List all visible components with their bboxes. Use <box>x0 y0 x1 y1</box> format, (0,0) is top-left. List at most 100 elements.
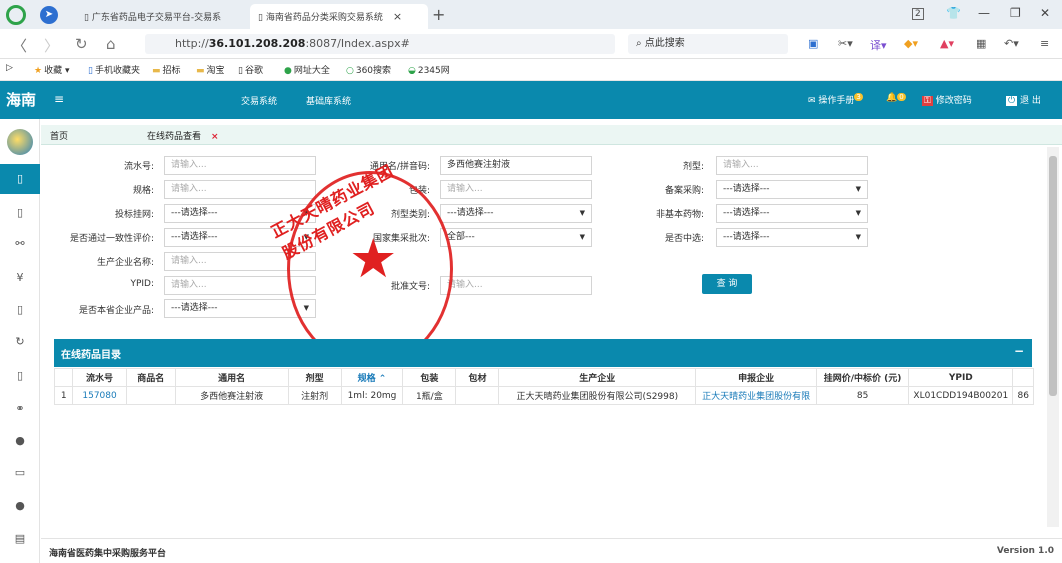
share-icon[interactable]: ⚭ <box>0 402 40 415</box>
version-label: Version 1.0 <box>996 546 1054 556</box>
col-header[interactable]: 商品名 <box>125 368 176 387</box>
record-select[interactable]: ---请选择--- ▼ <box>716 180 868 199</box>
user-icon[interactable]: ● <box>0 434 40 447</box>
col-header[interactable] <box>1012 368 1034 387</box>
table-title: 在线药品目录 <box>61 350 121 361</box>
game-icon[interactable]: ▲▾ <box>940 37 954 50</box>
col-header[interactable]: 剂型 <box>287 368 342 387</box>
link-icon[interactable]: ⚯ <box>0 237 40 250</box>
col-header[interactable]: 通用名 <box>174 368 289 387</box>
minimize-icon[interactable]: — <box>978 6 990 20</box>
col-header[interactable]: 包装 <box>402 368 457 387</box>
spec-input[interactable]: 请输入... <box>164 180 316 199</box>
col-header[interactable]: 流水号 <box>72 368 127 387</box>
package-input[interactable]: 请输入... <box>440 180 592 199</box>
row-index: 1 <box>53 386 74 405</box>
forward-icon[interactable]: 〉 <box>44 35 59 56</box>
close-window-icon[interactable]: ✕ <box>1040 6 1050 20</box>
col-header[interactable]: 挂网价/中标价 (元) <box>815 368 910 387</box>
close-icon[interactable]: × <box>393 10 402 23</box>
serial-link[interactable]: 157080 <box>72 386 127 405</box>
applicant-link[interactable]: 正大天晴药业集团股份有限 <box>695 386 817 405</box>
app-header: 海南 ≡ 交易系统 基础库系统 ✉ 操作手册 3 🔔 0 ⚿ 修改密码 ⏻ 退 出 <box>0 81 1062 119</box>
refresh-icon[interactable]: ↻ <box>75 35 88 53</box>
new-tab-button[interactable]: + <box>432 5 445 24</box>
national-select[interactable]: 全部--- ▼ <box>440 228 592 247</box>
restore-icon[interactable]: ❐ <box>1010 6 1021 20</box>
close-icon[interactable]: × <box>211 132 219 142</box>
hamburger-icon[interactable]: ≡ <box>54 92 64 106</box>
table-row[interactable]: 1 157080 多西他赛注射液 注射剂 1ml: 20mg 1瓶/盒 正大天晴… <box>53 386 1034 405</box>
serial-input[interactable]: 请输入... <box>164 156 316 175</box>
notification-badge: 0 <box>897 93 906 101</box>
manufacturer-label: 生产企业名称: <box>96 258 154 268</box>
scrollbar-thumb[interactable] <box>1049 156 1057 396</box>
sidebar-toggle-icon[interactable]: ▷ <box>6 63 13 73</box>
grid-icon[interactable]: ▦ <box>976 37 986 50</box>
platform-name: 海南省医药集中采购服务平台 <box>49 549 167 559</box>
nonbasic-select[interactable]: ---请选择--- ▼ <box>716 204 868 223</box>
bookmark-item[interactable]: ◒ 2345网 <box>408 63 450 76</box>
collapse-icon[interactable]: − <box>1014 344 1024 358</box>
col-header <box>53 368 74 387</box>
col-header-sorted[interactable]: 规格 ⌃ <box>340 368 404 387</box>
approval-input[interactable]: 请输入... <box>440 276 592 295</box>
search-input[interactable]: ⌕ 点此搜索 <box>628 34 788 54</box>
bookmark-item[interactable]: ▬ 招标 <box>152 63 181 76</box>
logout-link[interactable]: ⏻ 退 出 <box>1006 93 1041 106</box>
user-icon[interactable]: ● <box>0 499 40 512</box>
undo-icon[interactable]: ↶▾ <box>1004 37 1019 50</box>
home-icon[interactable]: ⌂ <box>106 35 116 53</box>
browser-tab-bar: ➤ ▯ 广东省药品电子交易平台-交易系 ▯ 海南省药品分类采购交易系统 × + 2… <box>0 0 1062 29</box>
bookmark-item[interactable]: ★ 收藏 ▾ <box>34 63 69 76</box>
file-icon[interactable]: ▤ <box>0 532 40 545</box>
tab-label: 海南省药品分类采购交易系统 <box>265 13 383 23</box>
nav-base-library[interactable]: 基础库系统 <box>306 94 351 107</box>
notification-icon[interactable]: 🔔 0 <box>886 93 906 103</box>
bookmark-item[interactable]: ▯ 手机收藏夹 <box>88 63 140 76</box>
nonbasic-label: 非基本药物: <box>655 210 704 220</box>
cut-icon[interactable]: ✂▾ <box>838 37 853 50</box>
tab-count[interactable]: 2 <box>912 8 924 20</box>
selected-select[interactable]: ---请选择--- ▼ <box>716 228 868 247</box>
bookmark-item[interactable]: ▯ 谷歌 <box>238 63 263 76</box>
dosage-input[interactable]: 请输入... <box>716 156 868 175</box>
nav-trading-system[interactable]: 交易系统 <box>241 94 277 107</box>
document-icon[interactable]: ▯ <box>0 369 40 382</box>
image-icon[interactable]: ▭ <box>0 466 40 479</box>
url-field[interactable]: http://36.101.208.208:8087/Index.aspx# <box>145 34 615 54</box>
document-icon[interactable]: ▯ <box>0 172 40 185</box>
col-header[interactable]: YPID <box>908 368 1014 387</box>
generic-input[interactable]: 多西他赛注射液 <box>440 156 592 175</box>
bookmark-item[interactable]: ● 网址大全 <box>284 63 330 76</box>
document-icon[interactable]: ▯ <box>0 206 40 219</box>
material-cell <box>455 386 500 405</box>
yen-icon[interactable]: ¥ <box>0 271 40 284</box>
category-select[interactable]: ---请选择--- ▼ <box>440 204 592 223</box>
shield-icon[interactable]: ◆▾ <box>904 37 918 50</box>
browser-logo-icon[interactable] <box>6 5 26 25</box>
col-header[interactable]: 包材 <box>455 368 500 387</box>
navigation-icon[interactable]: ➤ <box>40 6 58 24</box>
manual-link[interactable]: ✉ 操作手册 3 <box>808 93 863 106</box>
browser-tab[interactable]: ▯ 广东省药品电子交易平台-交易系 <box>76 4 246 29</box>
back-icon[interactable]: 〈 <box>12 35 27 56</box>
bookmark-item[interactable]: ○ 360搜索 <box>346 63 391 76</box>
refresh-icon[interactable]: ↻ <box>0 335 40 348</box>
col-header[interactable]: 生产企业 <box>498 368 697 387</box>
menu-icon[interactable]: ≡ <box>1040 37 1049 50</box>
translate-icon[interactable]: 译▾ <box>870 37 887 53</box>
document-icon[interactable]: ▯ <box>0 303 40 316</box>
extension-icon[interactable]: ▣ <box>808 37 818 50</box>
browser-tab-active[interactable]: ▯ 海南省药品分类采购交易系统 × <box>250 4 428 29</box>
page-icon: ▯ <box>258 13 266 23</box>
chevron-down-icon: ▼ <box>579 233 585 241</box>
skin-icon[interactable]: 👕 <box>946 6 961 20</box>
col-header[interactable]: 申报企业 <box>695 368 817 387</box>
tab-online-drugs[interactable]: 在线药品查看 × <box>147 129 219 142</box>
tab-home[interactable]: 首页 <box>50 129 68 142</box>
bookmark-item[interactable]: ▬ 淘宝 <box>196 63 225 76</box>
query-button[interactable]: 查 询 <box>702 274 752 294</box>
change-password-link[interactable]: ⚿ 修改密码 <box>922 93 972 106</box>
avatar[interactable] <box>7 129 33 155</box>
